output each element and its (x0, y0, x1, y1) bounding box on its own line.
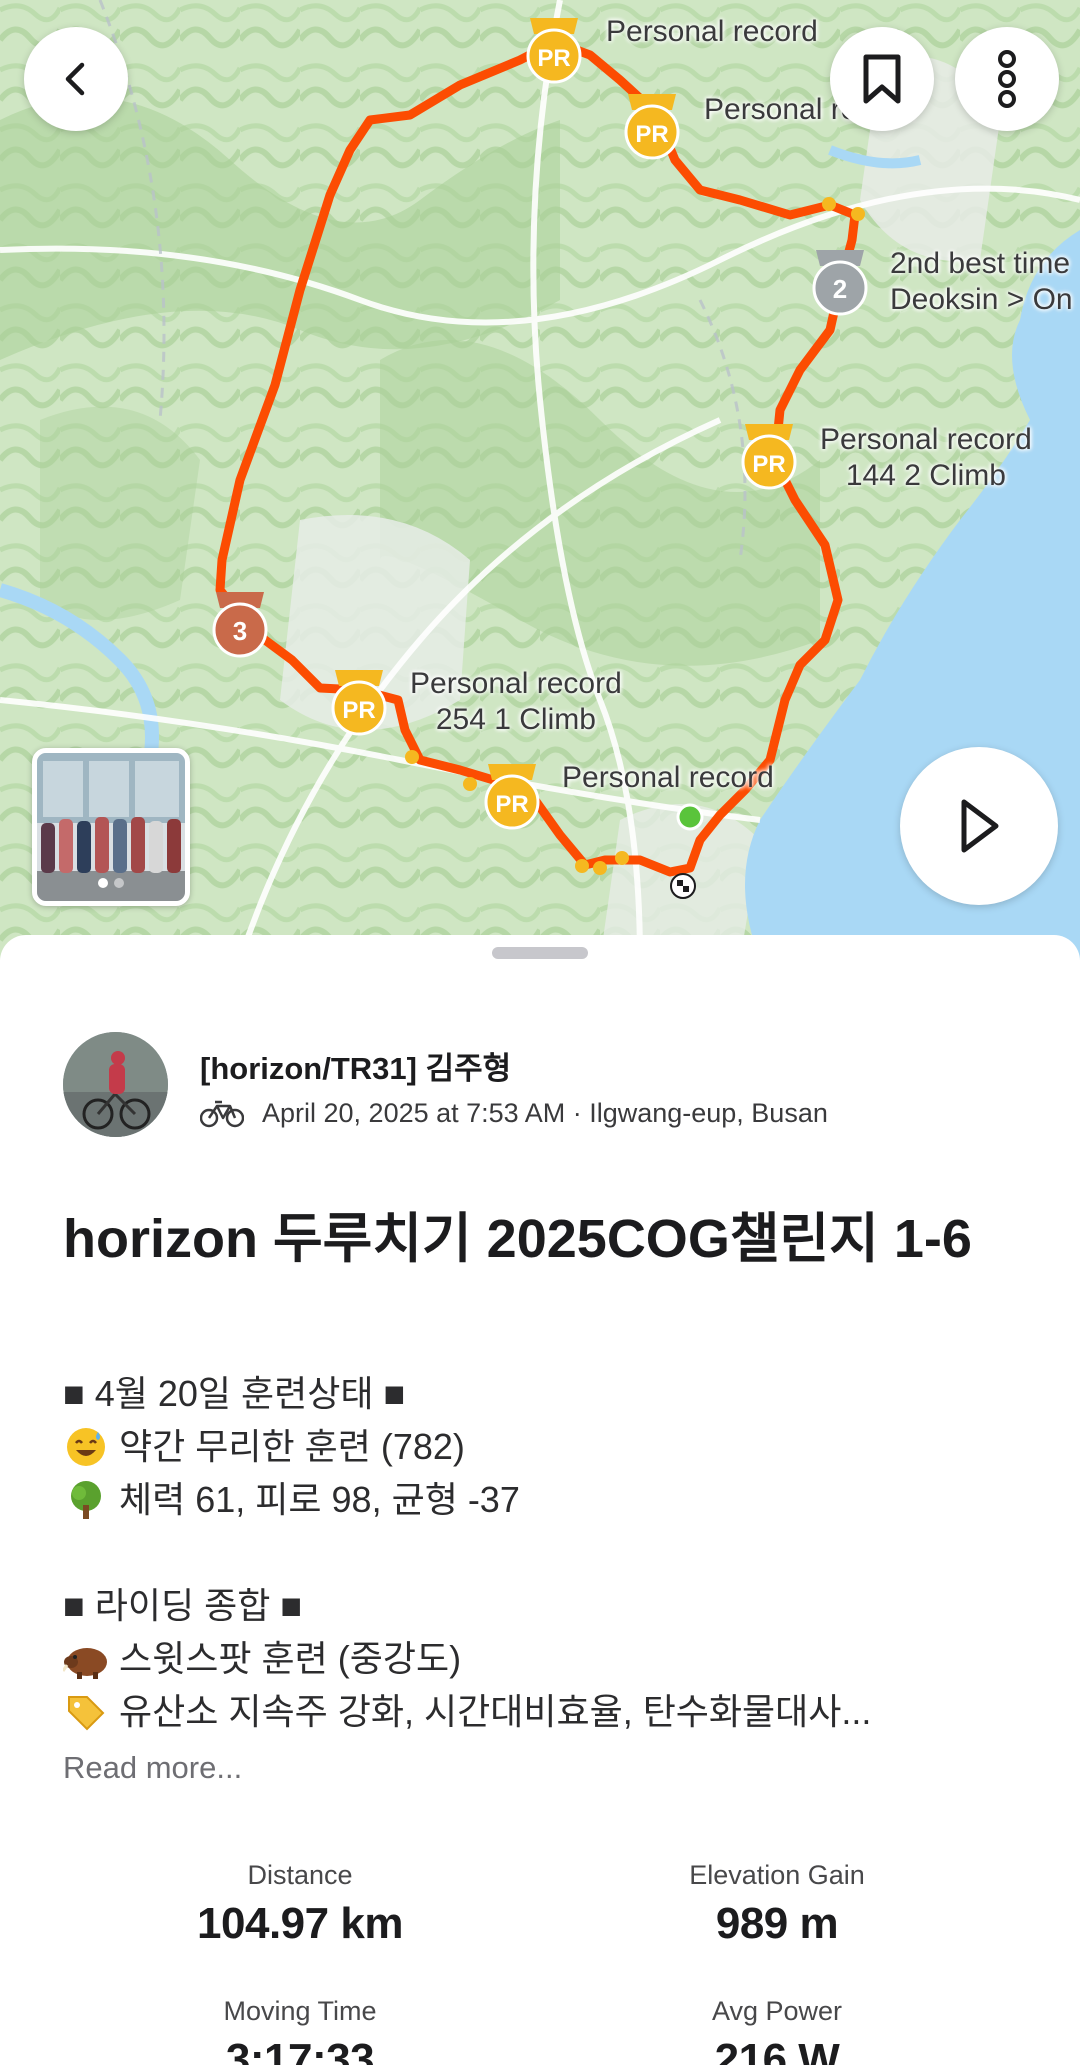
stat-elevation-gain: Elevation Gain 989 m (567, 1860, 987, 1949)
read-more-link[interactable]: Read more... (63, 1750, 242, 1786)
segment-label[interactable]: Personal record 144 2 Climb (820, 422, 1032, 494)
pr-medal-icon[interactable]: PR (737, 420, 801, 492)
second-best-medal-icon[interactable]: 2 (808, 246, 872, 318)
stat-value: 216 W (714, 2035, 840, 2065)
activity-description: ■ 4월 20일 훈련상태 ■ 약간 무리한 훈련 (782) 체력 61, 피… (63, 1367, 1023, 1738)
bicycle-icon (200, 1100, 244, 1128)
activity-details-sheet[interactable]: [horizon/TR31] 김주형 April 20, 2025 at 7:5… (0, 935, 1080, 2065)
svg-text:PR: PR (342, 697, 375, 724)
description-line: ■ 라이딩 종합 ■ (63, 1579, 1023, 1632)
stat-label: Moving Time (223, 1996, 377, 2026)
description-text: ■ 라이딩 종합 ■ (63, 1585, 303, 1626)
avatar[interactable] (63, 1032, 168, 1137)
segment-label[interactable]: Personal record 254 1 Climb (410, 666, 622, 738)
svg-text:3: 3 (233, 616, 247, 646)
pr-medal-icon[interactable]: PR (327, 666, 391, 738)
stat-label: Elevation Gain (689, 1860, 865, 1890)
third-best-medal-icon[interactable]: 3 (208, 588, 272, 660)
description-line: ■ 4월 20일 훈련상태 ■ (63, 1367, 1023, 1420)
stat-value: 104.97 km (197, 1899, 403, 1948)
segment-label[interactable]: 2nd best time Deoksin > On (890, 246, 1073, 318)
description-line: 약간 무리한 훈련 (782) (63, 1420, 1023, 1473)
segment-label[interactable]: Personal record (562, 760, 774, 796)
svg-text:PR: PR (495, 791, 528, 818)
description-line (63, 1526, 1023, 1579)
description-text: 체력 61, 피로 98, 균형 -37 (119, 1479, 520, 1520)
svg-text:PR: PR (537, 45, 570, 72)
stat-value: 989 m (715, 1899, 839, 1948)
bookmark-button[interactable] (830, 27, 934, 131)
label-tag-emoji-icon (63, 1689, 109, 1735)
athlete-photo (63, 1032, 168, 1137)
more-options-button[interactable] (955, 27, 1059, 131)
boar-emoji-icon (63, 1636, 109, 1682)
sheet-drag-handle[interactable] (492, 947, 588, 959)
description-text: 유산소 지속주 강화, 시간대비효율, 탄수화물대사... (119, 1691, 872, 1732)
athlete-name[interactable]: [horizon/TR31] 김주형 (200, 1043, 511, 1088)
more-vertical-icon (998, 50, 1016, 108)
play-icon (961, 799, 999, 853)
chevron-left-icon (65, 62, 85, 96)
stat-avg-power: Avg Power 216 W (567, 1996, 987, 2065)
bookmark-icon (863, 54, 901, 104)
pr-medal-icon[interactable]: PR (522, 14, 586, 86)
group-photo (37, 753, 185, 901)
svg-text:2: 2 (833, 274, 847, 304)
activity-date-location: April 20, 2025 at 7:53 AM · Ilgwang-eup,… (262, 1097, 828, 1128)
tree-emoji-icon (63, 1477, 109, 1523)
description-text: ■ 4월 20일 훈련상태 ■ (63, 1373, 406, 1414)
description-text: 약간 무리한 훈련 (782) (119, 1426, 465, 1467)
sweat-smile-emoji-icon (63, 1424, 109, 1470)
stat-label: Distance (247, 1860, 353, 1890)
svg-text:PR: PR (635, 121, 668, 148)
stat-label: Avg Power (711, 1996, 843, 2026)
activity-photo-thumbnail[interactable] (32, 748, 190, 906)
play-flyover-button[interactable] (900, 747, 1058, 905)
stat-distance: Distance 104.97 km (90, 1860, 510, 1949)
back-button[interactable] (24, 27, 128, 131)
activity-title: horizon 두루치기 2025COG챌린지 1-6 (63, 1209, 972, 1269)
description-line: 체력 61, 피로 98, 균형 -37 (63, 1473, 1023, 1526)
segment-label[interactable]: Personal record (606, 14, 818, 50)
description-line: 유산소 지속주 강화, 시간대비효율, 탄수화물대사... (63, 1685, 1023, 1738)
svg-text:PR: PR (752, 451, 785, 478)
stat-value: 3:17:33 (225, 2035, 375, 2065)
route-map[interactable]: PR PR 2 PR 3 PR PR Personal record Perso… (0, 0, 1080, 960)
pr-medal-icon[interactable]: PR (620, 90, 684, 162)
stat-moving-time: Moving Time 3:17:33 (90, 1996, 510, 2065)
start-marker (676, 803, 704, 831)
finish-marker (670, 873, 696, 899)
activity-meta: April 20, 2025 at 7:53 AM · Ilgwang-eup,… (200, 1093, 828, 1133)
pr-medal-icon[interactable]: PR (480, 760, 544, 832)
description-line: 스윗스팟 훈련 (중강도) (63, 1632, 1023, 1685)
description-text: 스윗스팟 훈련 (중강도) (119, 1638, 462, 1679)
